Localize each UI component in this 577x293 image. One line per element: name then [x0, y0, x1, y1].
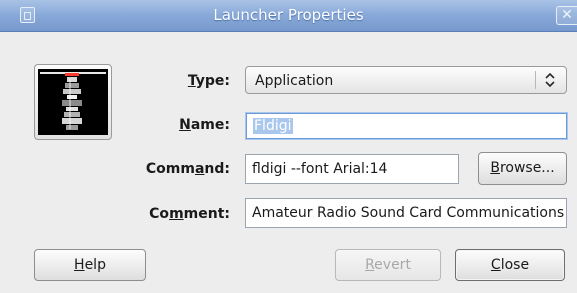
name-input[interactable]: Fldigi [246, 113, 567, 139]
type-select[interactable]: Application [245, 66, 567, 94]
type-label: Type: [187, 73, 230, 89]
type-select-value: Application [255, 73, 334, 89]
browse-button[interactable]: Browse... [478, 152, 567, 185]
combo-separator [535, 71, 536, 89]
revert-button[interactable]: Revert [335, 249, 441, 281]
window-title: Launcher Properties [213, 6, 364, 24]
command-input[interactable]: fldigi --font Arial:14 [245, 154, 459, 184]
comment-input[interactable]: Amateur Radio Sound Card Communications [245, 198, 567, 228]
comment-label: Comment: [149, 206, 230, 222]
command-label: Command: [145, 161, 230, 177]
fldigi-app-icon [38, 69, 108, 135]
help-button[interactable]: Help [34, 249, 146, 281]
title-bar[interactable]: Launcher Properties ✕ [0, 0, 577, 32]
name-label: Name: [179, 117, 230, 133]
close-window-icon[interactable]: ✕ [556, 6, 577, 25]
close-button[interactable]: Close [455, 249, 565, 281]
launcher-icon-button[interactable] [34, 64, 112, 140]
updown-arrows-icon [543, 71, 557, 89]
